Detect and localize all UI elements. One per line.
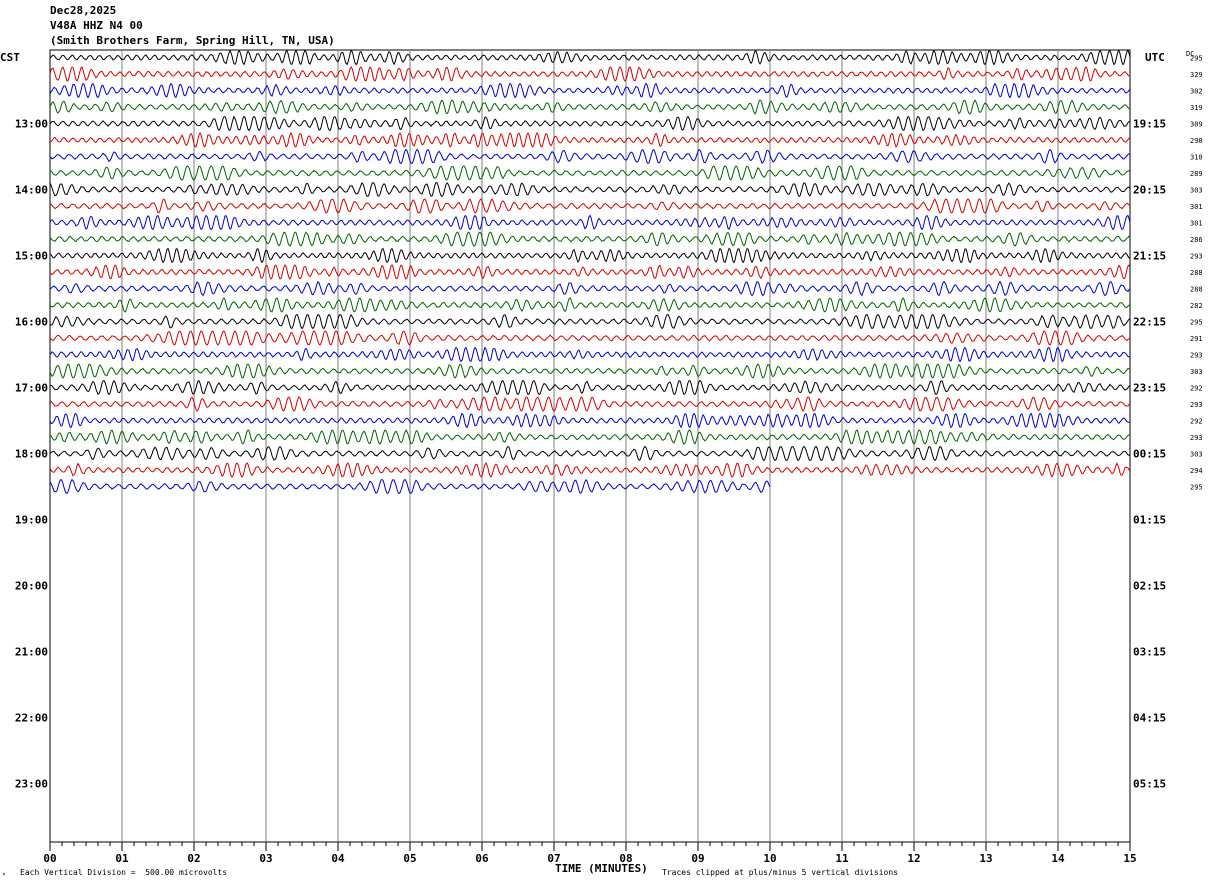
x-tick-label: 03 xyxy=(259,852,272,865)
seismic-trace xyxy=(49,131,1131,148)
x-tick-label: 05 xyxy=(403,852,416,865)
dc-offset-label: 293 xyxy=(1190,434,1203,442)
dc-offset-label: 289 xyxy=(1190,170,1203,178)
x-tick-label: 06 xyxy=(475,852,489,865)
seismic-trace xyxy=(49,462,1131,478)
seismic-trace xyxy=(49,247,1131,264)
dc-offset-label: 301 xyxy=(1190,203,1203,211)
dc-offset-label: 309 xyxy=(1190,121,1203,129)
right-hour-label: 23:15 xyxy=(1133,382,1166,395)
x-tick-label: 09 xyxy=(691,852,704,865)
seismic-trace xyxy=(49,198,1131,214)
seismic-trace xyxy=(49,445,1131,462)
clip-note: Traces clipped at plus/minus 5 vertical … xyxy=(662,868,899,877)
seismic-trace xyxy=(49,313,1131,330)
dc-offset-label: 295 xyxy=(1190,484,1203,492)
seismic-trace xyxy=(49,82,1131,99)
x-tick-label: 10 xyxy=(763,852,776,865)
right-hour-label: 19:15 xyxy=(1133,118,1166,131)
seismic-trace xyxy=(49,297,1131,313)
dc-offset-label: 303 xyxy=(1190,451,1203,459)
seismic-trace xyxy=(49,99,1131,115)
seismic-trace xyxy=(49,66,1131,82)
right-axis-label: UTC xyxy=(1145,51,1165,64)
dc-offset-label: 293 xyxy=(1190,401,1203,409)
left-hour-label: 22:00 xyxy=(15,712,48,725)
right-hour-label: 00:15 xyxy=(1133,448,1166,461)
dc-offset-label: 301 xyxy=(1190,220,1203,228)
seismic-trace xyxy=(49,396,1131,412)
helicorder-plot: 00 01 02 03 04 05 06 07 08 09 10 11 12 13 14 15CST UTC DC… xyxy=(0,49,1203,865)
dc-offset-label: 282 xyxy=(1190,302,1203,310)
dc-offset-label: 291 xyxy=(1190,335,1203,343)
seismic-trace xyxy=(49,412,1131,429)
x-tick-label: 12 xyxy=(907,852,920,865)
right-hour-label: 02:15 xyxy=(1133,580,1166,593)
x-tick-label: 15 xyxy=(1123,852,1136,865)
left-hour-label: 19:00 xyxy=(15,514,48,527)
dc-offset-label: 303 xyxy=(1190,368,1203,376)
right-hour-label: 05:15 xyxy=(1133,778,1166,791)
right-hour-label: 03:15 xyxy=(1133,646,1166,659)
seismic-trace xyxy=(49,363,1131,379)
dc-offset-label: 292 xyxy=(1190,385,1203,393)
right-hour-label: 04:15 xyxy=(1133,712,1166,725)
seismic-trace xyxy=(49,346,1131,363)
seismic-trace xyxy=(49,429,1131,445)
left-hour-label: 13:00 xyxy=(15,118,48,131)
x-axis-title: TIME (MINUTES) xyxy=(555,862,648,875)
x-tick-label: 11 xyxy=(835,852,849,865)
left-hour-label: 18:00 xyxy=(15,448,48,461)
left-hour-label: 23:00 xyxy=(15,778,48,791)
x-tick-label: 02 xyxy=(187,852,200,865)
dc-offset-label: 295 xyxy=(1190,319,1203,327)
seismic-trace xyxy=(49,165,1131,181)
dc-offset-label: 293 xyxy=(1190,253,1203,261)
left-hour-label: 20:00 xyxy=(15,580,48,593)
dc-offset-label: 310 xyxy=(1190,154,1203,162)
right-hour-label: 20:15 xyxy=(1133,184,1166,197)
left-hour-label: 16:00 xyxy=(15,316,48,329)
dc-offset-label: 303 xyxy=(1190,187,1203,195)
seismic-trace xyxy=(49,148,1131,165)
right-hour-label: 22:15 xyxy=(1133,316,1166,329)
left-axis-label: CST xyxy=(0,51,20,64)
seismic-trace xyxy=(49,115,1131,132)
plot-frame xyxy=(49,49,1131,843)
dc-offset-label: 288 xyxy=(1190,286,1203,294)
left-hour-label: 14:00 xyxy=(15,184,48,197)
seismic-trace xyxy=(49,280,1131,297)
corner-mark: ᴿ xyxy=(2,872,7,880)
seismic-trace xyxy=(49,49,1131,66)
seismic-trace xyxy=(49,231,1131,247)
dc-offset-label: 302 xyxy=(1190,88,1203,96)
dc-offset-label: 298 xyxy=(1190,137,1203,145)
x-tick-label: 04 xyxy=(331,852,345,865)
right-hour-label: 01:15 xyxy=(1133,514,1166,527)
dc-offset-label: 294 xyxy=(1190,467,1203,475)
x-tick-label: 14 xyxy=(1051,852,1065,865)
seismic-trace xyxy=(49,214,1131,231)
seismic-trace xyxy=(49,330,1131,346)
left-hour-label: 15:00 xyxy=(15,250,48,263)
dc-offset-label: 319 xyxy=(1190,104,1203,112)
left-hour-label: 17:00 xyxy=(15,382,48,395)
scale-note: Each Vertical Division = 500.00 microvol… xyxy=(20,868,228,877)
dc-offset-label: 288 xyxy=(1190,269,1203,277)
x-tick-label: 13 xyxy=(979,852,992,865)
seismic-trace xyxy=(49,264,1131,280)
right-hour-label: 21:15 xyxy=(1133,250,1166,263)
x-tick-label: 00 xyxy=(43,852,56,865)
seismic-trace xyxy=(49,379,1131,396)
dc-offset-label: 295 xyxy=(1190,55,1203,63)
dc-offset-label: 286 xyxy=(1190,236,1203,244)
seismic-trace xyxy=(49,181,1131,198)
dc-offset-label: 329 xyxy=(1190,71,1203,79)
dc-offset-label: 292 xyxy=(1190,418,1203,426)
dc-offset-label: 293 xyxy=(1190,352,1203,360)
x-tick-label: 01 xyxy=(115,852,129,865)
left-hour-label: 21:00 xyxy=(15,646,48,659)
